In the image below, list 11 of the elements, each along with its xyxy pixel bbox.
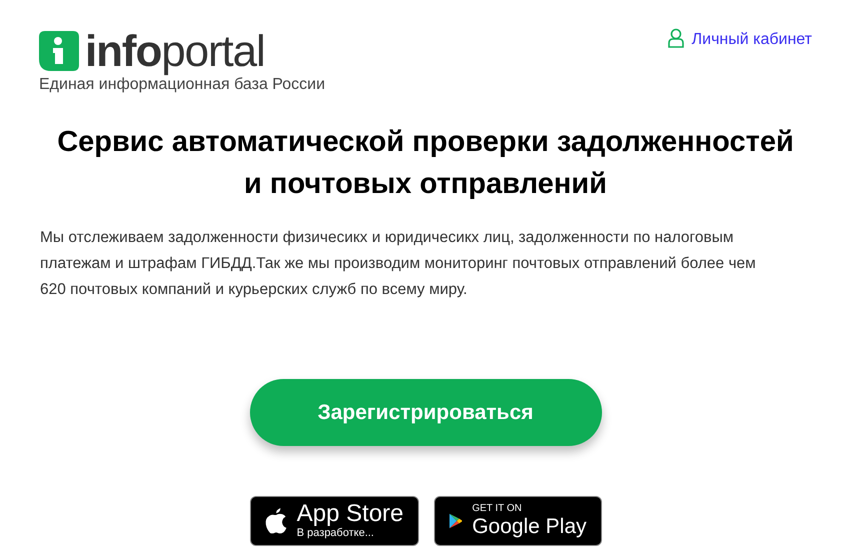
app-store-badge[interactable]: App Store В разработке...: [250, 496, 418, 546]
apple-icon: [264, 506, 287, 536]
page-title: Сервис автоматической проверки задолженностей: [57, 125, 794, 160]
user-icon: [668, 28, 684, 48]
logo-wordmark: infoportal: [85, 27, 265, 77]
tagline: Единая информационная база России: [39, 76, 326, 95]
account-link[interactable]: Личный кабинет: [668, 28, 812, 48]
description: Мы отслеживаем задолженности физичесикх и юридичесикх лиц, задолженности по налоговым платежам и штрафам ГИБДД.Так же мы производим мониторинг почтовых отправлений более чем 620 почтовых компаний и курьерских служб по всему миру.: [40, 228, 757, 300]
google-play-badge[interactable]: GET IT ON Google Play: [434, 496, 602, 546]
page-title: и почтовых отправлений: [244, 167, 607, 202]
logo-icon: [39, 31, 79, 71]
